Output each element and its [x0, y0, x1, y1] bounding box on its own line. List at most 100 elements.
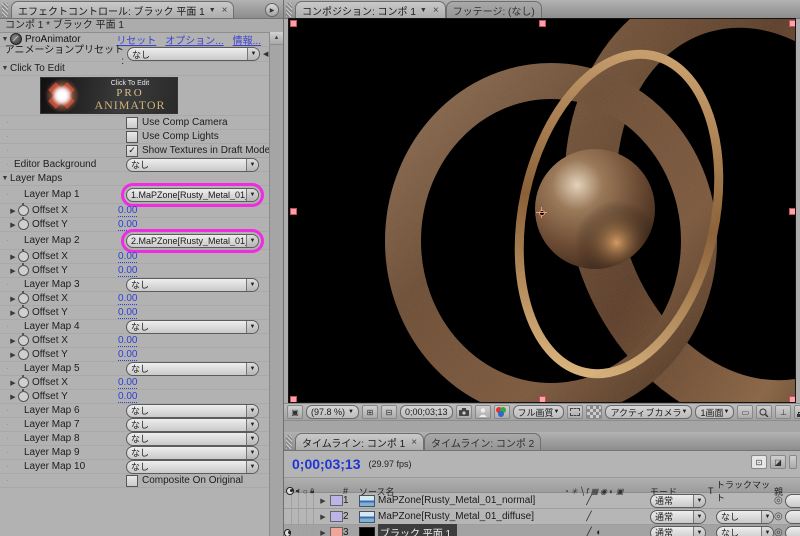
matte-toggle-header[interactable]: T	[708, 486, 716, 496]
layer-handle[interactable]	[290, 396, 297, 402]
video-toggle[interactable]	[284, 493, 292, 508]
region-of-interest-icon[interactable]	[567, 405, 584, 419]
track-matte-header[interactable]: トラックマット	[716, 478, 774, 504]
layer-handle[interactable]	[789, 396, 795, 402]
tab-composition[interactable]: コンポジション: コンポ 1 ▼ ×	[295, 1, 446, 18]
frame-blend-icon[interactable]: ◪	[770, 455, 786, 469]
layer-map-9-dropdown[interactable]: なし ▼	[126, 445, 259, 460]
solo-toggle[interactable]	[299, 509, 307, 524]
solo-toggle[interactable]	[299, 525, 307, 536]
composition-viewport[interactable]	[288, 18, 796, 403]
blend-mode-dropdown[interactable]: 通常 ▼	[650, 509, 706, 524]
grid-guides-icon[interactable]: ⊞	[361, 405, 378, 419]
layer-source-name[interactable]: ブラック 平面 1	[378, 524, 458, 536]
clipped-icon[interactable]	[789, 455, 797, 469]
current-timecode[interactable]: 0;00;03;13	[292, 456, 361, 472]
twirl-right-icon[interactable]: ▶	[318, 497, 328, 505]
lock-toggle[interactable]	[307, 525, 314, 536]
twirl-right-icon[interactable]: ▶	[318, 529, 328, 536]
offset-y-value[interactable]: 0.00	[118, 219, 138, 231]
options-link[interactable]: オプション...	[165, 32, 223, 47]
stopwatch-icon[interactable]	[18, 305, 29, 318]
label-color-chip[interactable]	[330, 511, 343, 522]
stopwatch-icon[interactable]	[18, 375, 29, 388]
transparency-grid-icon[interactable]	[586, 405, 603, 419]
layer-map-3-dropdown[interactable]: なし ▼	[126, 277, 259, 292]
panel-menu-icon[interactable]: ▶	[265, 3, 279, 17]
tab-effect-controls[interactable]: エフェクトコントロール: ブラック 平面 1 ▼ ×	[11, 1, 235, 18]
panel-grip-handle[interactable]	[286, 3, 292, 17]
offset-y-value[interactable]: 0.00	[118, 307, 138, 319]
proanimator-banner-image[interactable]: Click To Edit PRO ANIMATOR	[40, 77, 178, 114]
video-toggle[interactable]	[284, 509, 292, 524]
magnification-dropdown[interactable]: (97.8 %) ▼	[306, 405, 359, 419]
layer-map-2-dropdown[interactable]: 2.MaPZone[Rusty_Metal_01_d ▼	[121, 228, 264, 253]
offset-y-value[interactable]: 0.00	[118, 265, 138, 277]
parent-dropdown[interactable]	[784, 509, 800, 524]
tab-close-icon[interactable]: ×	[222, 5, 228, 16]
layer-map-5-dropdown[interactable]: なし ▼	[126, 361, 259, 376]
fx-switch[interactable]: ◐	[594, 527, 604, 536]
twirl-down-icon[interactable]: ▼	[0, 175, 10, 182]
audio-toggle[interactable]	[292, 525, 300, 536]
pixel-aspect-correction-icon[interactable]	[756, 405, 773, 419]
layer-map-10-dropdown[interactable]: なし ▼	[126, 459, 259, 474]
parent-dropdown[interactable]	[784, 525, 800, 536]
offset-x-value[interactable]: 0.00	[118, 335, 138, 347]
timeline-layer-row-3[interactable]: ▶ 3 ブラック 平面 1 ╱ ◐ 通常 ▼ なし ▼ ◎	[284, 524, 800, 536]
layer-handle[interactable]	[789, 20, 795, 27]
tab-timeline-comp2[interactable]: タイムライン: コンポ 2	[424, 433, 542, 450]
tab-timeline-comp1[interactable]: タイムライン: コンポ 1 ×	[295, 433, 425, 450]
info-link[interactable]: 情報...	[233, 32, 261, 47]
effect-panel-scrollbar[interactable]: ▲	[269, 32, 283, 536]
twirl-right-icon[interactable]: ▶	[318, 513, 328, 521]
fx-switch[interactable]	[594, 495, 604, 506]
resolution-dropdown[interactable]: フル画質 ▼	[512, 405, 565, 419]
lock-toggle[interactable]	[307, 509, 314, 524]
layer-source-name[interactable]: MaPZone[Rusty_Metal_01_diffuse]	[378, 511, 534, 522]
show-channel-icon[interactable]	[493, 405, 510, 419]
offset-y-value[interactable]: 0.00	[118, 349, 138, 361]
panel-grip-handle[interactable]	[286, 435, 292, 449]
twirl-right-icon[interactable]: ▶	[8, 309, 18, 317]
parent-pickwhip-icon[interactable]: ◎	[774, 511, 783, 522]
layer-map-4-dropdown[interactable]: なし ▼	[126, 319, 259, 334]
layer-handle[interactable]	[539, 396, 546, 402]
offset-x-value[interactable]: 0.00	[118, 205, 138, 217]
lock-toggle[interactable]	[307, 493, 314, 508]
layer-map-8-dropdown[interactable]: なし ▼	[126, 431, 259, 446]
tab-dropdown-arrow-icon[interactable]: ▼	[420, 7, 427, 14]
layer-handle[interactable]	[539, 20, 546, 27]
stopwatch-icon[interactable]	[18, 347, 29, 360]
twirl-right-icon[interactable]: ▶	[8, 393, 18, 401]
animation-preset-dropdown[interactable]: なし ▼	[127, 47, 260, 61]
stopwatch-icon[interactable]	[18, 203, 29, 216]
camera-view-dropdown[interactable]: アクティブカメラ ▼	[605, 405, 693, 419]
layer-anchor-point[interactable]	[536, 207, 547, 218]
quality-switch[interactable]: ╱	[584, 511, 594, 522]
layer-map-6-dropdown[interactable]: なし ▼	[126, 403, 259, 418]
quality-switch[interactable]: ╱	[584, 495, 594, 506]
twirl-right-icon[interactable]: ▶	[8, 267, 18, 275]
panel-grip-handle[interactable]	[2, 3, 8, 17]
blend-mode-dropdown[interactable]: 通常 ▼	[650, 525, 706, 536]
track-matte-dropdown[interactable]: なし ▼	[716, 509, 774, 524]
tab-footage[interactable]: フッテージ: (なし)	[445, 1, 542, 18]
layer-handle[interactable]	[290, 20, 297, 27]
twirl-right-icon[interactable]: ▶	[8, 337, 18, 345]
video-column-eye-icon[interactable]	[286, 486, 294, 495]
quality-switch[interactable]: ╱	[584, 527, 594, 536]
label-color-chip[interactable]	[330, 527, 343, 536]
layer-handle[interactable]	[789, 208, 795, 215]
fast-preview-icon[interactable]: ⊥	[775, 405, 792, 419]
tab-close-icon[interactable]: ×	[411, 437, 417, 448]
layer-map-7-dropdown[interactable]: なし ▼	[126, 417, 259, 432]
timeline-layer-row-2[interactable]: ▶ 2 MaPZone[Rusty_Metal_01_diffuse] ╱ 通常…	[284, 509, 800, 525]
twirl-right-icon[interactable]: ▶	[8, 253, 18, 261]
share-view-icon[interactable]: ▭	[737, 405, 754, 419]
parent-pickwhip-icon[interactable]: ◎	[774, 527, 783, 536]
video-toggle[interactable]	[284, 525, 292, 536]
comp-mini-flowchart-icon[interactable]: ⊡	[751, 455, 767, 469]
show-snapshot-icon[interactable]	[474, 405, 491, 419]
show-textures-draft-checkbox[interactable]: ✓	[126, 144, 138, 157]
